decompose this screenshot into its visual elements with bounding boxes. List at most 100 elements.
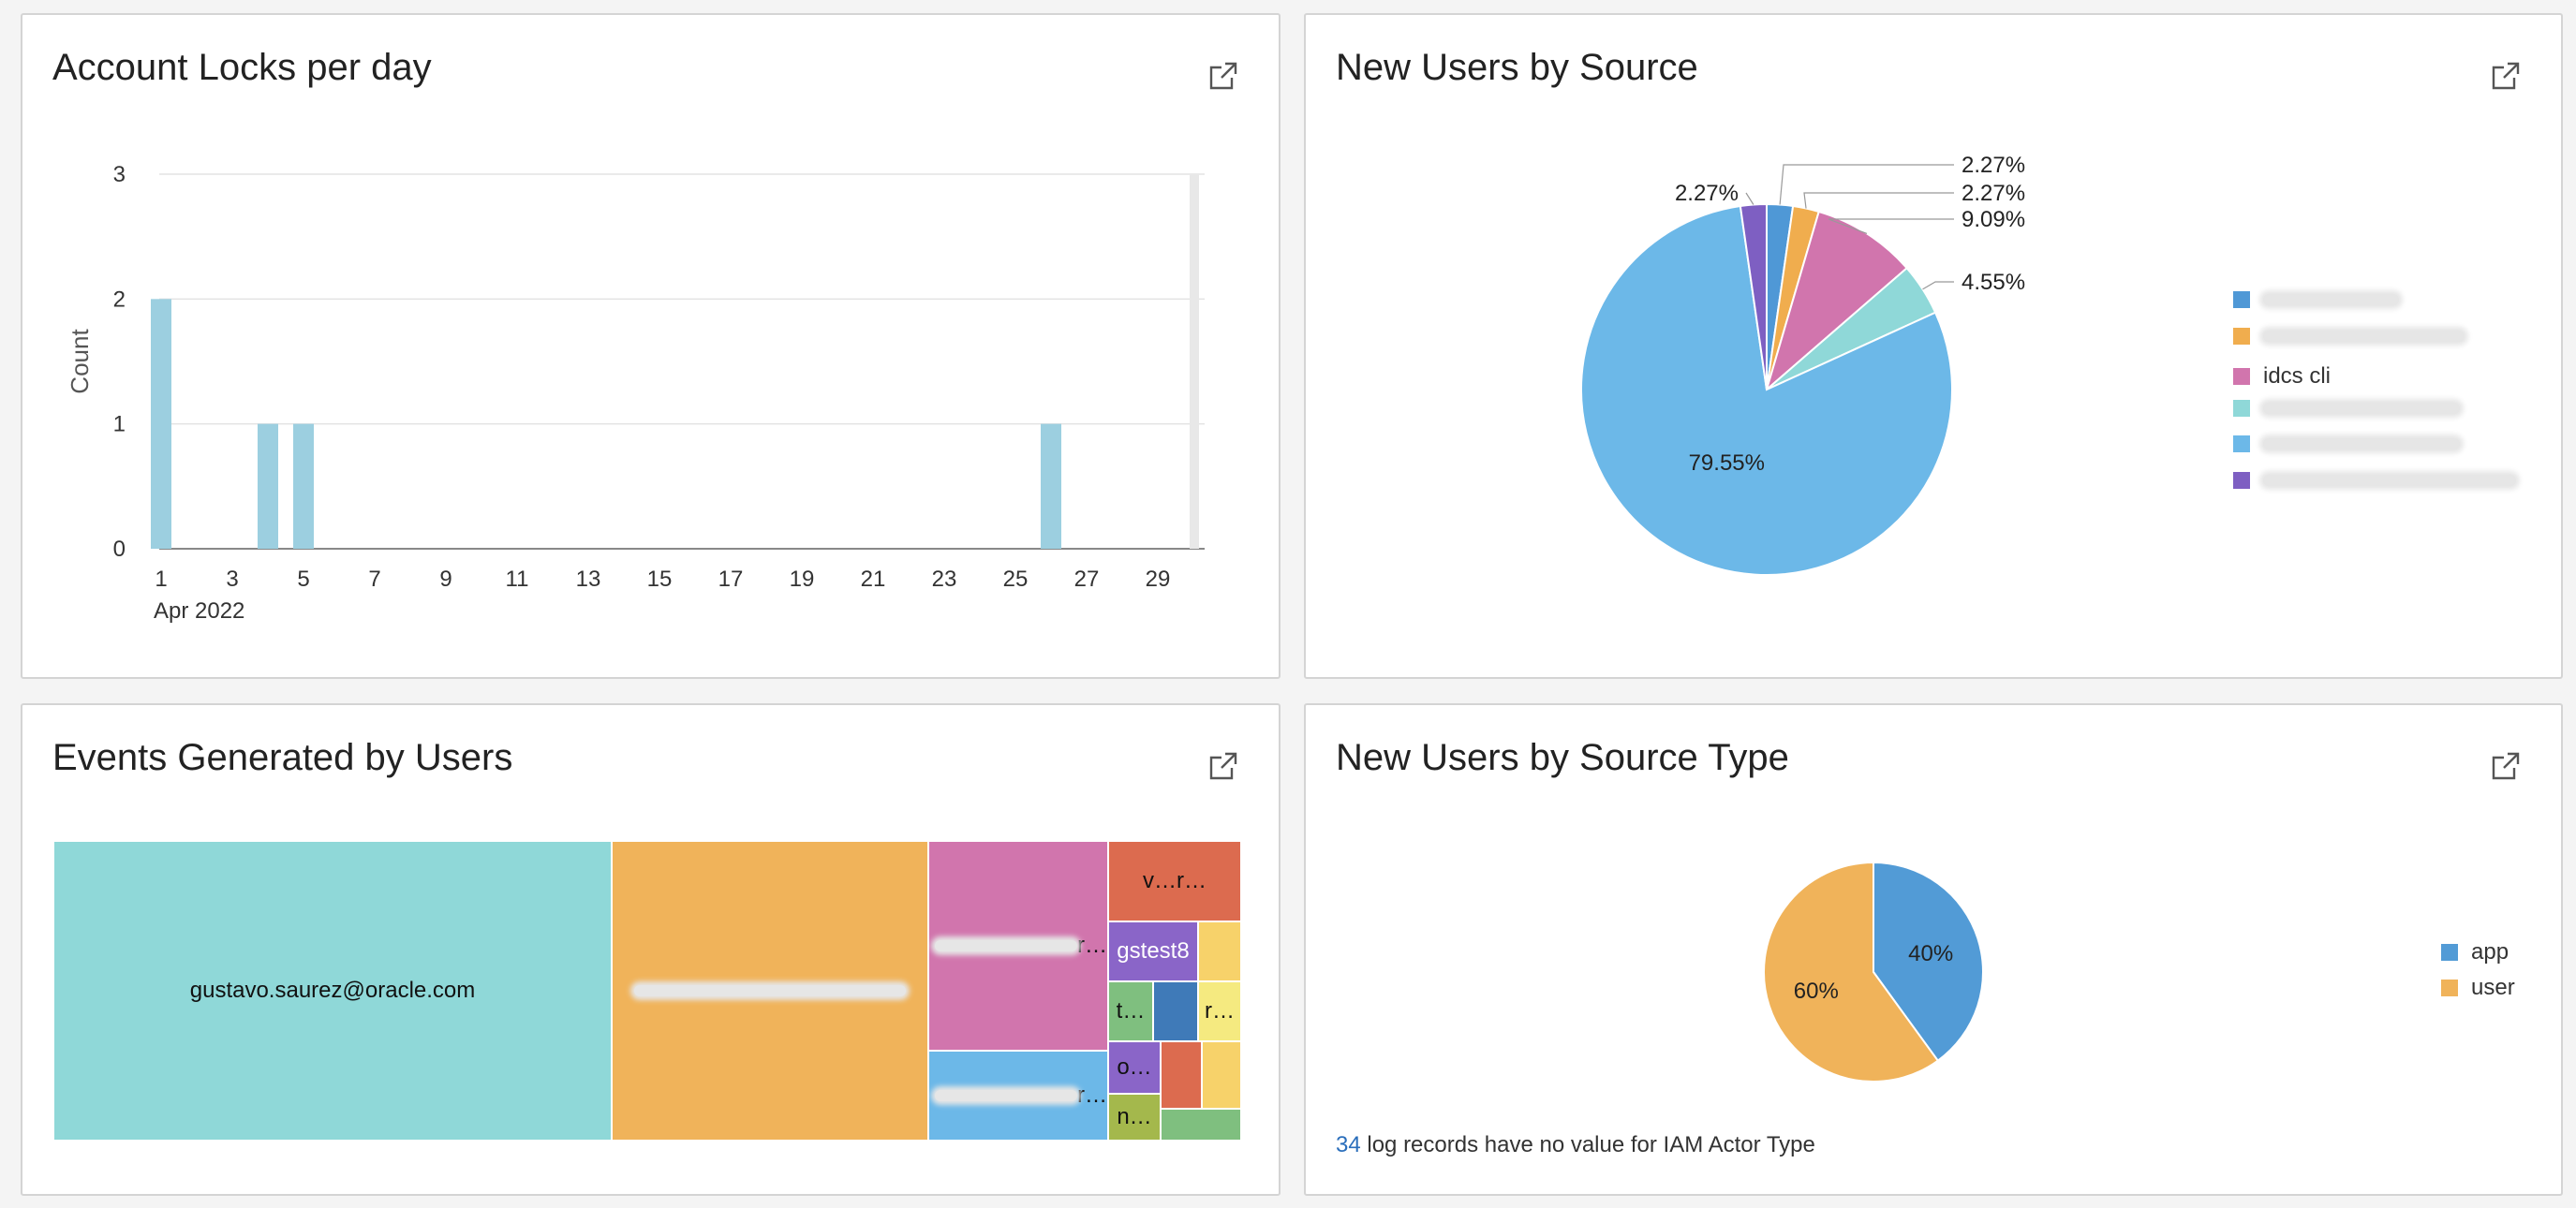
- x-tick-label: 29: [1146, 567, 1171, 592]
- leader-line: [1745, 192, 1754, 205]
- treemap-cell[interactable]: gustavo.saurez@oracle.com: [53, 841, 612, 1141]
- leader-line: [1779, 164, 1954, 205]
- missing-count-link[interactable]: 34: [1336, 1132, 1361, 1157]
- legend-item[interactable]: app: [2441, 939, 2509, 965]
- hover-indicator: [1190, 174, 1199, 549]
- open-external-icon[interactable]: [1207, 750, 1239, 782]
- treemap-cell[interactable]: t…: [1108, 981, 1153, 1041]
- treemap-cell[interactable]: gstest8: [1108, 921, 1198, 981]
- x-tick-label: 13: [576, 567, 601, 592]
- bar: [258, 423, 278, 549]
- slice-label: 2.27%: [1962, 181, 2025, 206]
- treemap-label: r…: [1205, 998, 1235, 1024]
- treemap-cell[interactable]: o…: [1108, 1041, 1161, 1094]
- y-tick-label: 3: [113, 162, 126, 187]
- treemap-label: r…: [1077, 1083, 1107, 1108]
- treemap-cell[interactable]: n…: [1108, 1094, 1161, 1141]
- redacted-legend-label: [2263, 474, 2516, 486]
- slice-label: 40%: [1908, 941, 1953, 966]
- legend-item[interactable]: [2233, 471, 2516, 489]
- x-tick-label: 7: [368, 567, 380, 592]
- legend-label: user: [2471, 975, 2515, 1000]
- y-axis-label: Count: [66, 329, 94, 394]
- legend-swatch: [2441, 980, 2458, 996]
- legend-item[interactable]: [2233, 291, 2399, 308]
- redacted-legend-label: [2263, 438, 2460, 449]
- new-users-source-panel: New Users by Source 2.27% 2.27% 9.09% 4.55%…: [1304, 13, 2563, 679]
- legend-item[interactable]: [2233, 327, 2465, 345]
- treemap-label: t…: [1116, 998, 1146, 1024]
- treemap-cell[interactable]: [1153, 981, 1198, 1041]
- legend-swatch: [2233, 471, 2250, 489]
- redacted-label: [935, 1090, 1077, 1101]
- events-treemap: gustavo.saurez@oracle.com r… r… v…r… gst…: [53, 841, 1241, 1141]
- x-tick-label: 21: [861, 567, 886, 592]
- treemap-cell[interactable]: [1202, 1041, 1241, 1109]
- x-tick-label: 25: [1003, 567, 1029, 592]
- legend-item[interactable]: [2233, 435, 2460, 452]
- slice-label: 4.55%: [1962, 270, 2025, 295]
- legend-swatch: [2233, 399, 2250, 417]
- legend-swatch: [2233, 368, 2250, 385]
- x-axis-label: Apr 2022: [154, 598, 244, 624]
- redacted-legend-label: [2263, 294, 2399, 305]
- account-locks-panel: Account Locks per day 0 1 2 3 1 3 5 7 9 11 13 15 17 1…: [21, 13, 1281, 679]
- legend-swatch: [2233, 291, 2250, 308]
- x-tick-label: 27: [1074, 567, 1100, 592]
- panel-title: Events Generated by Users: [52, 737, 513, 778]
- x-tick-label: 15: [647, 567, 673, 592]
- source-type-pie: 40% 60%: [1763, 861, 1984, 1083]
- bar: [293, 423, 314, 549]
- x-tick-label: 1: [155, 567, 167, 592]
- treemap-cell[interactable]: r…: [1198, 981, 1241, 1041]
- legend-label: idcs cli: [2263, 363, 2332, 389]
- legend-swatch: [2233, 327, 2250, 345]
- x-tick-label: 19: [790, 567, 815, 592]
- treemap-cell[interactable]: [1161, 1109, 1241, 1141]
- treemap-label: o…: [1117, 1054, 1152, 1080]
- slice-label: 79.55%: [1689, 450, 1765, 476]
- treemap-cell[interactable]: [1161, 1041, 1202, 1109]
- pie-legend: app user: [2441, 939, 2554, 1014]
- y-tick-label: 1: [113, 412, 126, 437]
- bar: [1041, 423, 1061, 549]
- missing-values-text: log records have no value for IAM Actor …: [1360, 1132, 1815, 1157]
- x-tick-label: 11: [506, 567, 529, 592]
- new-users-source-type-panel: New Users by Source Type 40% 60% app user …: [1304, 703, 2563, 1196]
- treemap-label: gstest8: [1117, 938, 1190, 964]
- account-locks-chart: 01231 3 5 7 9 11 13 15 17 19 21 23 25 27 29Apr 2022Cou…: [66, 162, 1205, 624]
- slice-label: 2.27%: [1675, 181, 1739, 206]
- pie-legend: idcs cli: [2233, 291, 2542, 516]
- treemap-label: n…: [1117, 1104, 1152, 1129]
- slice-label: 60%: [1794, 979, 1839, 1004]
- x-tick-label: 23: [932, 567, 957, 592]
- x-tick-label: 9: [439, 567, 452, 592]
- y-tick-label: 2: [113, 287, 126, 312]
- x-tick-label: 3: [226, 567, 238, 592]
- bar: [151, 299, 171, 549]
- treemap-cell[interactable]: [612, 841, 928, 1141]
- redacted-label: [634, 985, 906, 996]
- legend-swatch: [2441, 944, 2458, 961]
- redacted-legend-label: [2263, 402, 2460, 414]
- treemap-cell[interactable]: v…r…: [1108, 841, 1241, 921]
- treemap-label: r…: [1077, 933, 1107, 958]
- leader-line: [1803, 192, 1954, 209]
- events-by-users-panel: Events Generated by Users gustavo.saurez…: [21, 703, 1281, 1196]
- x-tick-label: 5: [297, 567, 309, 592]
- treemap-label: v…r…: [1143, 868, 1207, 893]
- legend-item[interactable]: user: [2441, 975, 2515, 1001]
- x-tick-label: 17: [718, 567, 744, 592]
- treemap-label: gustavo.saurez@oracle.com: [189, 978, 476, 1003]
- legend-item[interactable]: [2233, 399, 2460, 417]
- slice-label: 9.09%: [1962, 207, 2025, 232]
- legend-swatch: [2233, 435, 2250, 452]
- y-tick-label: 0: [113, 537, 126, 562]
- redacted-label: [935, 940, 1077, 951]
- legend-item[interactable]: idcs cli: [2233, 363, 2331, 390]
- treemap-cell[interactable]: r…: [928, 1051, 1108, 1141]
- leader-line: [1922, 281, 1954, 290]
- treemap-cell[interactable]: r…: [928, 841, 1108, 1051]
- redacted-legend-label: [2263, 330, 2465, 342]
- treemap-cell[interactable]: [1198, 921, 1241, 981]
